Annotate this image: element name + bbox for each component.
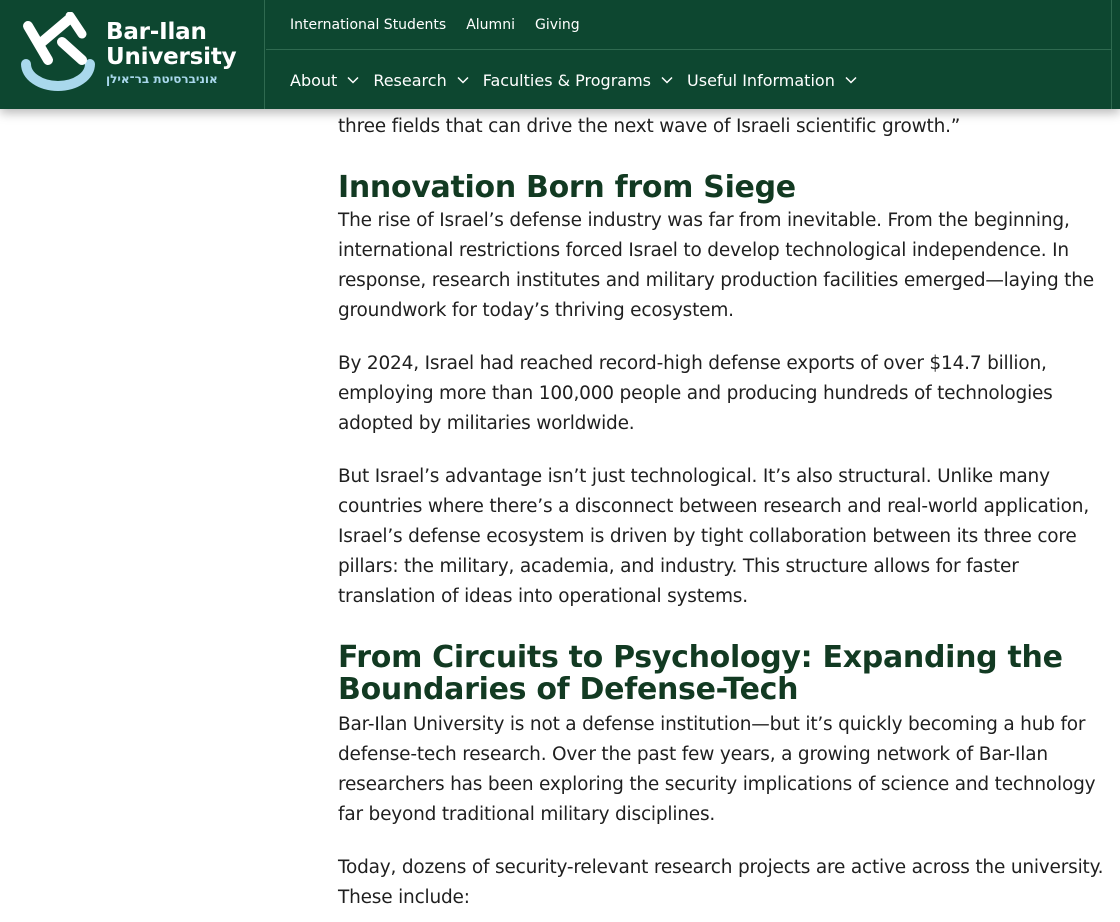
main-nav: About Research Faculties & Programs Usef… <box>266 51 1112 109</box>
nav-useful-info-label: Useful Information <box>687 70 835 90</box>
article-body: three fields that can drive the next wav… <box>338 110 1118 913</box>
chevron-down-icon <box>661 76 673 84</box>
nav-faculties-label: Faculties & Programs <box>482 70 652 90</box>
paragraph: The rise of Israel’s defense industry wa… <box>338 210 1094 321</box>
section-heading-circuits: From Circuits to Psychology: Expanding t… <box>338 640 1063 707</box>
section-heading-innovation: Innovation Born from Siege <box>338 170 796 205</box>
nav-useful-information[interactable]: Useful Information <box>687 71 857 90</box>
logo-hebrew-name: אוניברסיטת בר־אילן <box>106 72 218 86</box>
chevron-down-icon <box>457 76 469 84</box>
paragraph: Bar-Ilan University is not a defense ins… <box>338 714 1096 825</box>
chevron-down-icon <box>347 76 359 84</box>
paragraph: By 2024, Israel had reached record-high … <box>338 353 1053 434</box>
link-giving[interactable]: Giving <box>535 17 580 33</box>
nav-about[interactable]: About <box>290 71 359 90</box>
header-divider <box>1111 0 1112 109</box>
utility-nav: International Students Alumni Giving <box>266 0 1112 50</box>
chevron-down-icon <box>845 76 857 84</box>
nav-research[interactable]: Research <box>373 70 469 90</box>
site-header: Bar-Ilan University אוניברסיטת בר־אילן I… <box>0 0 1120 109</box>
nav-research-label: Research <box>373 70 447 90</box>
link-alumni[interactable]: Alumni <box>466 17 515 33</box>
logo-name-line2: University <box>106 44 237 70</box>
lead-paragraph-fragment: three fields that can drive the next wav… <box>338 116 961 137</box>
nav-about-label: About <box>290 70 338 90</box>
logo-wordmark: Bar-Ilan University <box>106 19 237 70</box>
nav-faculties-programs[interactable]: Faculties & Programs <box>483 71 673 90</box>
paragraph: But Israel’s advantage isn’t just techno… <box>338 466 1090 607</box>
logo-name-line1: Bar-Ilan <box>106 19 207 45</box>
bar-ilan-logo-icon <box>21 12 95 91</box>
paragraph: Today, dozens of security-relevant resea… <box>338 857 1104 908</box>
link-international-students[interactable]: International Students <box>290 17 446 33</box>
logo-link[interactable]: Bar-Ilan University אוניברסיטת בר־אילן <box>0 0 265 109</box>
